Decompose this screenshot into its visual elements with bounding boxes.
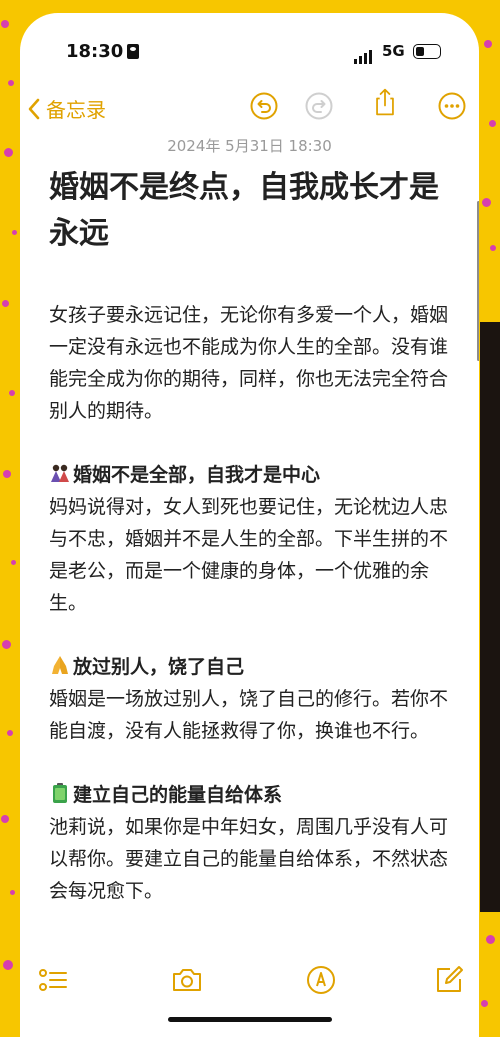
back-label: 备忘录 [46,98,106,122]
background-photo [480,322,500,912]
note-intro: 女孩子要永远记住，无论你有多爱一个人，婚姻一定没有永远也不能成为你人生的全部。没… [49,304,449,422]
section-heading-text: 婚姻不是全部，自我才是中心 [73,464,321,486]
section-heading-text: 放过别人，饶了自己 [73,656,245,678]
chevron-left-icon [28,98,40,119]
note-body[interactable]: 女孩子要永远记住，无论你有多爱一个人，婚姻一定没有永远也不能成为你人生的全部。没… [49,299,464,907]
status-time: 18:30 [66,41,124,62]
markup-pen-icon[interactable] [304,963,338,997]
section-heading: 建立自己的能量自给体系 [49,779,464,811]
nav-bar: 备忘录 [20,88,479,131]
status-bar: 18:30 5G [20,41,479,71]
note-timestamp: 2024年 5月31日 18:30 [167,137,332,155]
phone-screen: 18:30 5G 备忘录 2024年 5月31日 18:30 婚姻不是终点，自我… [20,13,479,1037]
couple-emoji-icon [51,464,69,482]
home-indicator[interactable] [168,1017,332,1022]
more-icon[interactable] [437,91,467,121]
undo-icon[interactable] [249,91,279,121]
share-icon[interactable] [370,87,400,117]
id-card-icon [127,44,139,59]
network-type: 5G [382,42,405,60]
battery-emoji-icon [53,783,67,803]
signal-icon [354,45,374,64]
bottom-toolbar [20,953,479,1013]
checklist-icon[interactable] [36,963,70,997]
section-heading-text: 建立自己的能量自给体系 [73,784,283,806]
section-text: 婚姻是一场放过别人，饶了自己的修行。若你不能自渡，没有人能拯救得了你，换谁也不行… [49,688,449,742]
scrollbar[interactable] [477,201,479,361]
praying-hands-emoji-icon [52,656,68,674]
section-heading: 放过别人，饶了自己 [49,651,464,683]
battery-icon [413,44,441,59]
compose-icon[interactable] [432,963,466,997]
section-text: 池莉说，如果你是中年妇女，周围几乎没有人可以帮你。要建立自己的能量自给体系，不然… [49,816,449,902]
camera-icon[interactable] [170,963,204,997]
redo-icon[interactable] [304,91,334,121]
back-button[interactable]: 备忘录 [28,94,106,123]
note-title[interactable]: 婚姻不是终点，自我成长才是永远 [49,165,459,257]
section-text: 妈妈说得对，女人到死也要记住，无论枕边人忠与不忠，婚姻并不是人生的全部。下半生拼… [49,496,449,614]
section-heading: 婚姻不是全部，自我才是中心 [49,459,464,491]
